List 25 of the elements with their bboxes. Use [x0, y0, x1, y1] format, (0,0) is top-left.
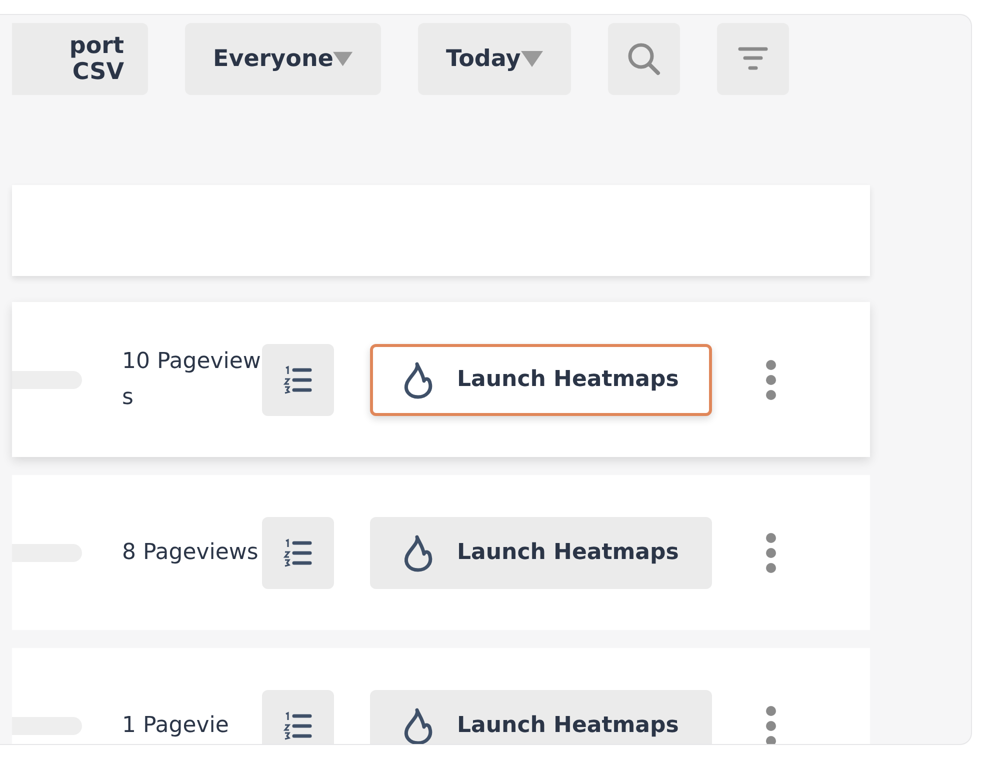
filter-icon [738, 46, 768, 72]
search-button[interactable] [608, 23, 680, 95]
launch-heatmaps-button[interactable]: Launch Heatmaps [370, 344, 712, 416]
caret-icon [520, 51, 543, 67]
page-list-button[interactable] [262, 690, 334, 744]
numbered-list-icon [283, 710, 313, 740]
launch-heatmaps-button[interactable]: Launch Heatmaps [370, 516, 712, 588]
filter-dropdown[interactable]: Today [418, 23, 571, 95]
more-options-icon[interactable] [765, 360, 777, 400]
bar-track [12, 370, 82, 388]
caret-icon [333, 51, 353, 67]
filter-dropdown[interactable]: Everyone [185, 23, 381, 95]
pageviews-text: 8 Pageviews [122, 538, 260, 566]
page-list-button[interactable] [262, 344, 334, 416]
export-csv-button[interactable]: port CSV [12, 23, 148, 95]
filter-button[interactable] [716, 23, 789, 95]
pageviews-text: 1 Pagevie [122, 712, 230, 740]
pageviews-text: 10 Pageviews [122, 348, 262, 412]
more-options-icon[interactable] [765, 706, 777, 744]
search-icon [626, 42, 661, 76]
more-options-icon[interactable] [765, 532, 777, 572]
numbered-list-icon [283, 538, 313, 568]
numbered-list-icon [283, 364, 313, 394]
page-list-button[interactable] [262, 516, 334, 588]
launch-heatmaps-button[interactable]: Launch Heatmaps [370, 690, 712, 744]
